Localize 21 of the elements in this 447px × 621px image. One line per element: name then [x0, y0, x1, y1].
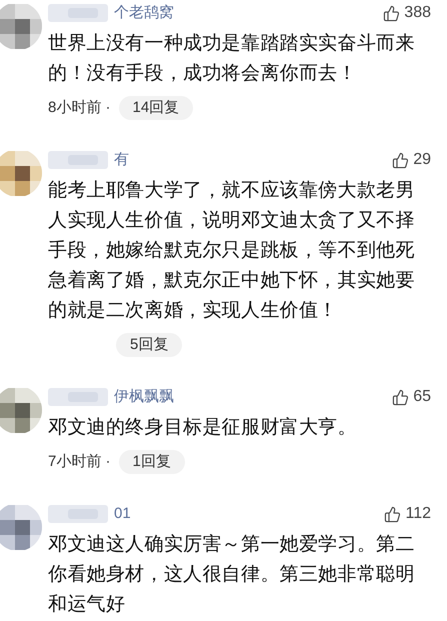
- comment-text: 世界上没有一种成功是靠踏踏实实奋斗而来的！没有手段，成功将会离你而去！: [48, 32, 416, 86]
- username[interactable]: 01: [114, 502, 131, 526]
- comment-text: 邓文迪这人确实厉害～第一她爱学习。第二你看她身材，这人很自律。第三她非常聪明和运气好: [48, 533, 416, 617]
- reply-count-button[interactable]: 5回复: [116, 333, 182, 357]
- username[interactable]: 个老鸹窝: [114, 2, 174, 24]
- username[interactable]: 伊枫飘飘: [114, 386, 174, 408]
- timestamp: 7小时前 ·: [48, 452, 111, 472]
- like-count: 112: [405, 504, 431, 524]
- like-count: 65: [413, 387, 431, 407]
- thumbs-up-icon[interactable]: [384, 506, 402, 522]
- reply-count-button[interactable]: 14回复: [118, 96, 194, 120]
- comment-text: 能考上耶鲁大学了，就不应该靠傍大款老男人实现人生价值，说明邓文迪太贪了又不择手段，她嫁给默克尔只是跳板，等不到他死急着离了婚，默克尔正中她下怀，其实她要的就是二次离婚，实现人生价值！: [48, 179, 416, 323]
- thumbs-up-icon[interactable]: [392, 388, 410, 406]
- timestamp: 8小时前 ·: [48, 98, 111, 118]
- comment-text: 邓文迪的终身目标是征服财富大亨。: [48, 416, 358, 440]
- thumbs-up-icon[interactable]: [383, 4, 400, 22]
- username[interactable]: 有: [114, 148, 129, 172]
- like-count: 29: [413, 150, 431, 170]
- reply-count-button[interactable]: 1回复: [118, 450, 185, 474]
- thumbs-up-icon[interactable]: [392, 152, 410, 168]
- like-count: 388: [404, 3, 431, 23]
